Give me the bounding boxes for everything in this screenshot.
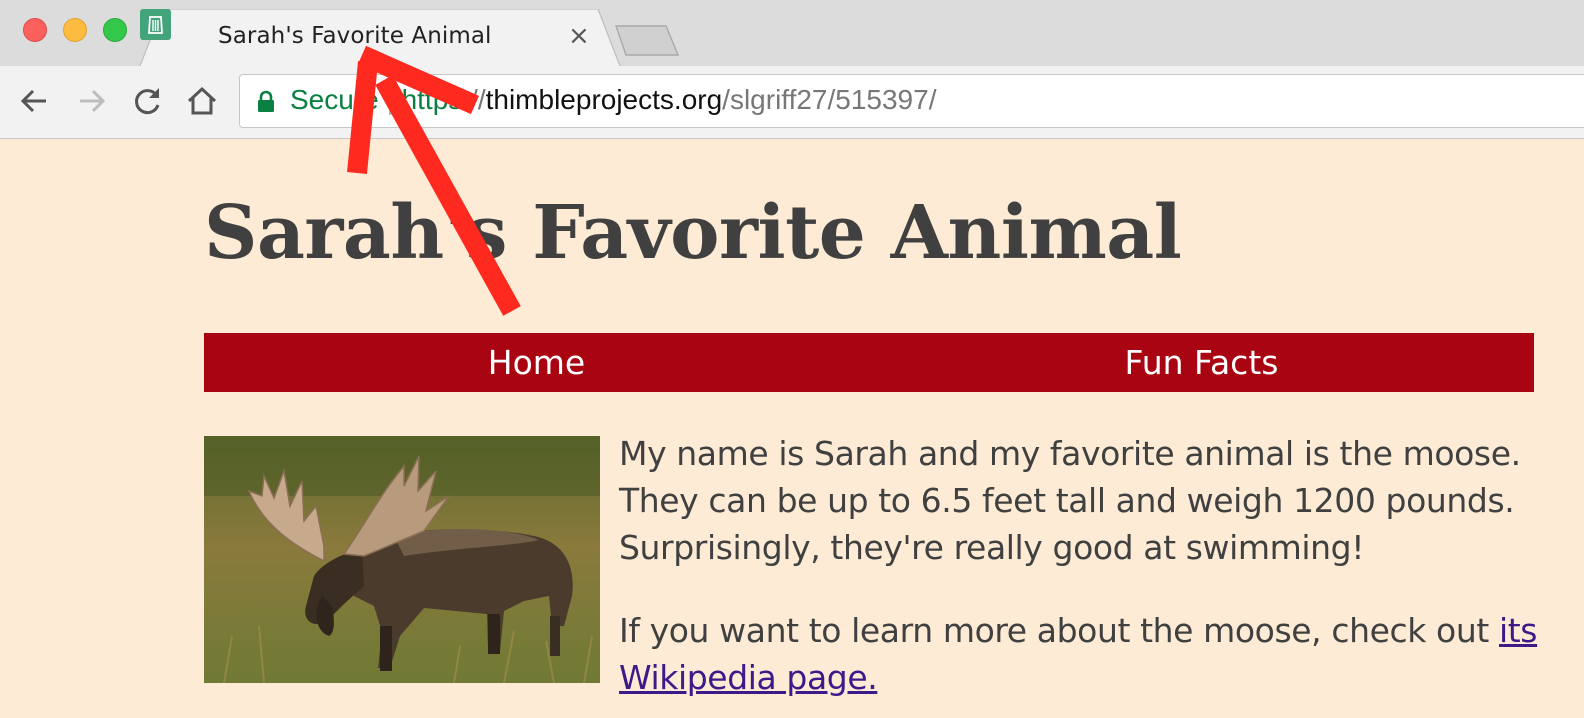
site-nav: Home Fun Facts: [204, 333, 1534, 392]
url-path: /slgriff27/515397/: [722, 84, 937, 115]
browser-tab-active[interactable]: Sarah's Favorite Animal ×: [140, 9, 632, 66]
minimize-window-button[interactable]: [63, 18, 87, 42]
url-text: Secure | https://thimbleprojects.org/slg…: [290, 84, 936, 116]
url-slashes: //: [470, 84, 486, 115]
address-bar[interactable]: Secure | https://thimbleprojects.org/slg…: [239, 74, 1584, 128]
learn-more-paragraph: If you want to learn more about the moos…: [619, 607, 1579, 701]
nav-home-link[interactable]: Home: [204, 333, 869, 392]
tab-close-button[interactable]: ×: [568, 21, 590, 51]
moose-photo: [204, 436, 600, 683]
url-separator: |: [386, 84, 394, 115]
reload-icon[interactable]: [130, 84, 164, 118]
url-host: thimbleprojects.org: [485, 84, 723, 115]
page-title: Sarah's Favorite Animal: [204, 190, 1182, 276]
nav-fun-facts-link[interactable]: Fun Facts: [869, 333, 1534, 392]
tab-title: Sarah's Favorite Animal: [218, 23, 492, 49]
tab-strip: Sarah's Favorite Animal ×: [0, 0, 1584, 66]
url-scheme: https:: [401, 84, 471, 115]
new-tab-button[interactable]: [612, 24, 682, 58]
secure-label: Secure: [290, 84, 379, 115]
lock-icon: [258, 90, 274, 112]
intro-paragraph: My name is Sarah and my favorite animal …: [619, 434, 1521, 567]
thimble-icon: [140, 9, 171, 40]
browser-toolbar: Secure | https://thimbleprojects.org/slg…: [0, 66, 1584, 139]
home-icon[interactable]: [185, 84, 219, 118]
maximize-window-button[interactable]: [103, 18, 127, 42]
close-window-button[interactable]: [23, 18, 47, 42]
back-icon[interactable]: [18, 84, 52, 118]
learn-more-text: If you want to learn more about the moos…: [619, 611, 1499, 650]
forward-icon[interactable]: [74, 84, 108, 118]
